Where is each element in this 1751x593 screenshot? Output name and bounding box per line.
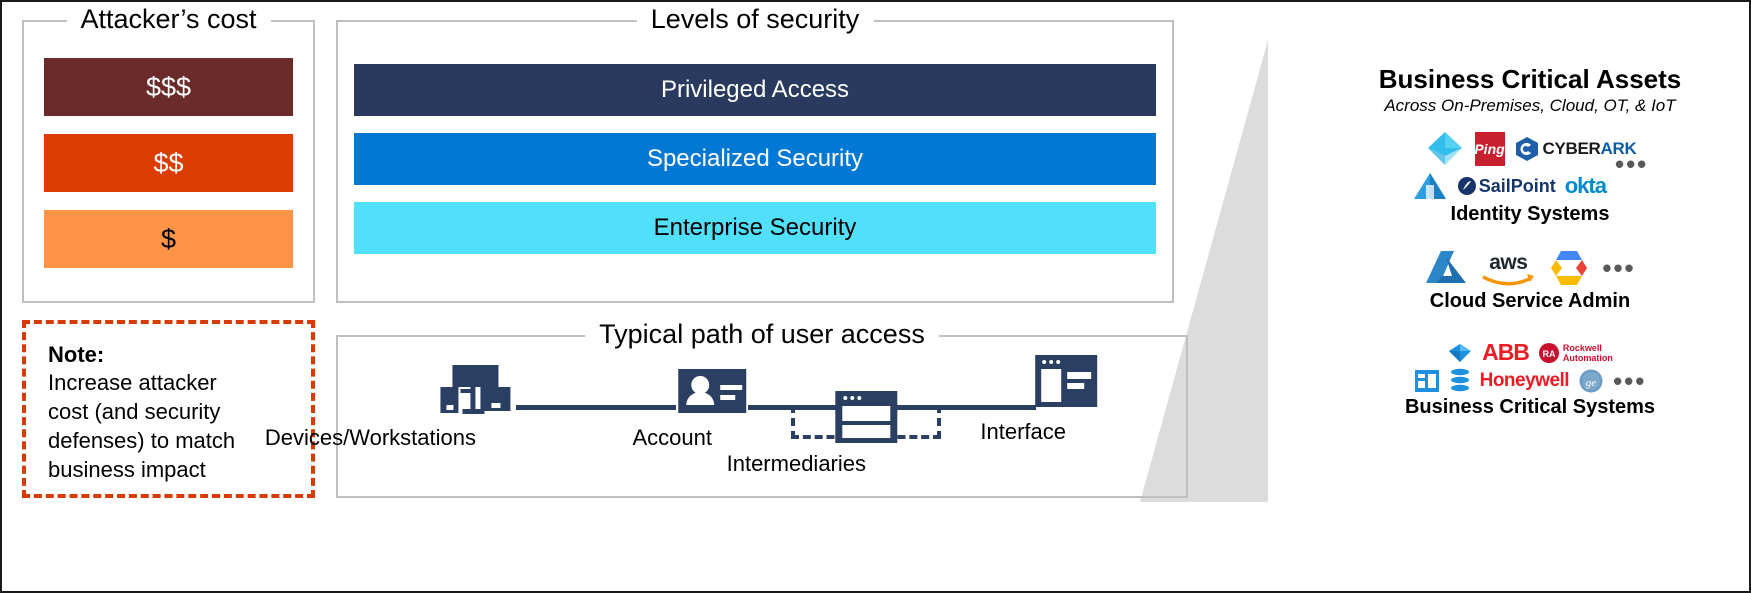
identity-logo-row-2: SailPoint okta ••• bbox=[1412, 151, 1649, 201]
attacker-cost-bars: $$$ $$ $ bbox=[44, 58, 293, 268]
attacker-cost-title: Attacker’s cost bbox=[66, 3, 271, 35]
google-cloud-logo bbox=[1548, 248, 1590, 288]
note-box: Note: Increase attacker cost (and securi… bbox=[22, 320, 315, 498]
assets-card-title: Business Critical Assets bbox=[1378, 64, 1682, 94]
identity-logo-rows: Ping CYBERARK SailPoint okta ••• bbox=[1370, 129, 1690, 201]
sailpoint-logo: SailPoint bbox=[1457, 176, 1556, 197]
levels-of-security-title: Levels of security bbox=[636, 3, 874, 35]
level-bar-privileged-access[interactable]: Privileged Access bbox=[354, 64, 1156, 116]
cyberark-word-1: CYBER bbox=[1542, 139, 1601, 158]
oracle-pyramid-icon bbox=[1412, 171, 1448, 201]
ping-identity-logo: Ping bbox=[1474, 132, 1505, 166]
identity-ellipsis: ••• bbox=[1614, 149, 1649, 179]
cost-bar-high[interactable]: $$$ bbox=[44, 58, 293, 116]
user-access-path-group: Typical path of user access Devices/Work… bbox=[265, 318, 1188, 498]
aws-logo: aws bbox=[1480, 251, 1536, 286]
svg-text:RA: RA bbox=[1542, 349, 1555, 359]
assets-card-subtitle: Across On-Premises, Cloud, OT, & IoT bbox=[1384, 96, 1676, 115]
window-stack-icon bbox=[796, 389, 935, 445]
asset-group-identity-systems: Ping CYBERARK SailPoint okta ••• Identit… bbox=[1370, 129, 1690, 226]
user-access-path-title: Typical path of user access bbox=[585, 318, 939, 350]
asset-group-business-critical-systems: ABB RA Rockwell Automation Honeywell ge … bbox=[1370, 339, 1690, 419]
oracle-db-icon bbox=[1449, 368, 1471, 394]
app-window-icon bbox=[1023, 355, 1109, 413]
sap-diamond-icon bbox=[1447, 342, 1473, 364]
note-line-4: business impact bbox=[48, 457, 206, 482]
ge-logo: ge bbox=[1578, 368, 1604, 394]
level-bar-specialized-security[interactable]: Specialized Security bbox=[354, 133, 1156, 185]
rockwell-word-2: Automation bbox=[1562, 352, 1613, 363]
note-line-1: Increase attacker bbox=[48, 370, 217, 395]
path-node-interface-label: Interface bbox=[980, 419, 1066, 444]
diagram-canvas: Attacker’s cost $$$ $$ $ Note: Increase … bbox=[0, 0, 1751, 593]
level-bar-enterprise-security[interactable]: Enterprise Security bbox=[354, 202, 1156, 254]
levels-of-security-group: Levels of security Privileged Access Spe… bbox=[336, 3, 1174, 303]
cost-bar-medium[interactable]: $$ bbox=[44, 134, 293, 192]
note-line-2: cost (and security bbox=[48, 399, 221, 424]
asset-group-identity-label: Identity Systems bbox=[1450, 203, 1610, 225]
abb-logo: ABB bbox=[1482, 339, 1530, 365]
levels-of-security-bars: Privileged Access Specialized Security E… bbox=[354, 64, 1156, 254]
account-badge-icon bbox=[672, 363, 752, 419]
asset-group-cloud-label: Cloud Service Admin bbox=[1429, 290, 1631, 312]
asset-group-bcs-label: Business Critical Systems bbox=[1404, 396, 1656, 418]
cloud-logo-row: aws ••• bbox=[1370, 248, 1690, 288]
azure-logo bbox=[1424, 249, 1468, 287]
azure-ad-icon bbox=[1424, 129, 1466, 169]
path-node-devices-label: Devices/Workstations bbox=[264, 425, 476, 450]
rockwell-word-1: Rockwell bbox=[1562, 342, 1602, 353]
cost-bar-low[interactable]: $ bbox=[44, 210, 293, 268]
svg-text:ge: ge bbox=[1586, 377, 1597, 389]
bcs-logo-row-1: ABB RA Rockwell Automation bbox=[1447, 339, 1613, 366]
sailpoint-wordmark: SailPoint bbox=[1478, 175, 1556, 196]
path-node-intermediaries-label: Intermediaries bbox=[726, 451, 866, 476]
asset-group-cloud-service-admin: aws ••• Cloud Service Admin bbox=[1370, 248, 1690, 313]
bcs-ellipsis: ••• bbox=[1613, 366, 1647, 396]
identity-logo-row-1: Ping CYBERARK bbox=[1424, 129, 1637, 169]
note-line-3: defenses) to match bbox=[48, 428, 236, 453]
rockwell-automation-logo: RA Rockwell Automation bbox=[1538, 342, 1613, 364]
cloud-ellipsis: ••• bbox=[1602, 253, 1636, 283]
user-access-path-row: Devices/Workstations Account Intermediar… bbox=[265, 355, 1188, 478]
business-critical-assets-card: Business Critical Assets Across On-Premi… bbox=[1360, 49, 1700, 483]
okta-logo: okta bbox=[1564, 173, 1607, 198]
workstation-icon bbox=[370, 363, 581, 419]
path-node-account-label: Account bbox=[632, 425, 713, 450]
honeywell-logo: Honeywell bbox=[1479, 370, 1570, 391]
note-title: Note: bbox=[48, 342, 105, 367]
dynamics-icon bbox=[1414, 369, 1440, 393]
bcs-logo-row-2: Honeywell ge ••• bbox=[1414, 368, 1647, 394]
attacker-cost-group: Attacker’s cost $$$ $$ $ bbox=[22, 3, 315, 303]
bcs-logo-rows: ABB RA Rockwell Automation Honeywell ge … bbox=[1370, 339, 1690, 394]
